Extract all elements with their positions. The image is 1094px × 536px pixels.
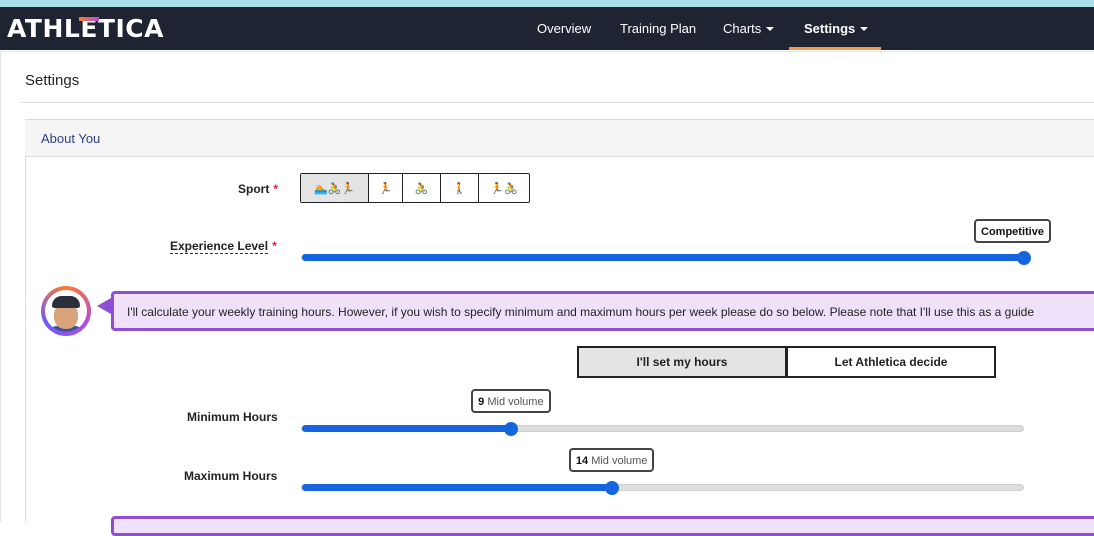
athletica-logo[interactable]: ATHL ETICA	[7, 16, 164, 42]
top-navbar: ATHL ETICA Overview Training Plan Charts …	[0, 7, 1094, 50]
maximum-hours-tooltip: 14 Mid volume	[568, 448, 655, 472]
maximum-hours-label: Maximum Hours	[184, 469, 278, 483]
top-accent-strip	[0, 0, 1094, 7]
coach-avatar-icon	[41, 286, 91, 336]
set-my-hours-button[interactable]: I'll set my hours	[577, 346, 787, 378]
chevron-down-icon	[766, 26, 775, 31]
maximum-hours-slider-fill	[302, 484, 613, 491]
page-title: Settings	[25, 72, 80, 89]
minimum-hours-slider-fill	[302, 425, 512, 432]
logo-letter-e: E	[79, 14, 99, 43]
chevron-down-icon	[860, 26, 869, 31]
minimum-hours-tooltip: 9 Mid volume	[471, 389, 551, 413]
bike-icon: 🚴	[414, 182, 429, 195]
maximum-hours-slider[interactable]	[301, 484, 1024, 491]
sport-option-walk[interactable]: 🚶	[440, 174, 478, 202]
panel-header	[25, 120, 1094, 157]
sport-selector: 🏊🚴🏃 🏃 🚴 🚶 🏃🚴	[300, 173, 530, 203]
experience-value-tooltip: Competitive	[974, 219, 1051, 243]
nav-training-plan[interactable]: Training Plan	[620, 21, 696, 37]
sport-option-bike[interactable]: 🚴	[402, 174, 440, 202]
sport-option-triathlon[interactable]: 🏊🚴🏃	[301, 174, 368, 202]
logo-text-end: TICA	[97, 14, 164, 43]
speech-bubble-pointer	[97, 298, 111, 314]
nav-overview[interactable]: Overview	[537, 21, 591, 37]
nav-settings[interactable]: Settings	[804, 21, 869, 37]
nav-active-indicator	[789, 47, 881, 50]
sport-option-run[interactable]: 🏃	[368, 174, 402, 202]
logo-text-start: ATHL	[7, 14, 81, 43]
sport-label: Sport *	[238, 182, 279, 196]
experience-slider-fill	[302, 254, 1025, 261]
triathlon-icon: 🏊🚴🏃	[313, 182, 356, 195]
title-divider	[20, 102, 1094, 103]
minimum-hours-label: Minimum Hours	[187, 410, 278, 424]
walk-icon: 🚶	[452, 182, 467, 195]
experience-level-label: Experience Level *	[170, 239, 277, 254]
duathlon-icon: 🏃🚴	[490, 182, 518, 195]
minimum-hours-slider[interactable]	[301, 425, 1024, 432]
coach-message-bubble: I'll calculate your weekly training hour…	[111, 291, 1094, 331]
run-icon: 🏃	[378, 182, 393, 195]
maximum-hours-slider-handle[interactable]	[604, 481, 619, 495]
experience-slider-handle[interactable]	[1017, 251, 1031, 265]
experience-slider[interactable]	[301, 254, 1025, 261]
let-athletica-decide-button[interactable]: Let Athletica decide	[786, 346, 996, 378]
nav-charts[interactable]: Charts	[723, 21, 775, 37]
sport-option-duathlon[interactable]: 🏃🚴	[478, 174, 529, 202]
minimum-hours-slider-handle[interactable]	[503, 422, 518, 436]
coach-message-text: I'll calculate your weekly training hour…	[127, 305, 1035, 319]
panel-title: About You	[41, 131, 101, 146]
next-coach-message-bubble	[111, 516, 1094, 536]
